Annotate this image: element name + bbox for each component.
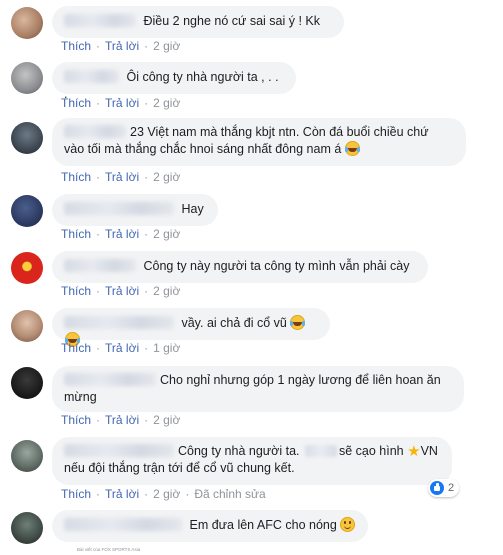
comment-text: Điều 2 nghe nó cứ sai sai ý ! Kk — [143, 14, 320, 28]
comment-time[interactable]: 2 giờ — [153, 39, 180, 53]
comment-text-part1: Công ty nhà người ta. — [178, 444, 300, 458]
like-link[interactable]: Thích — [61, 341, 91, 355]
commenter-name[interactable] — [64, 373, 156, 386]
comment-text: Em đưa lên AFC cho nóng — [189, 518, 337, 532]
reply-link[interactable]: Trả lời — [105, 487, 139, 501]
edited-label[interactable]: Đã chỉnh sửa — [194, 487, 265, 501]
comment-actions: Thích · Trả lời · 2 giờ — [61, 170, 181, 184]
avatar[interactable] — [11, 310, 43, 342]
comment-actions: Thích · Trả lời · 2 giờ — [61, 96, 181, 110]
comment-actions: Thích · Trả lời · 2 giờ · Đã chỉnh sửa — [61, 487, 266, 501]
avatar[interactable] — [11, 7, 43, 39]
avatar[interactable] — [11, 440, 43, 472]
like-thumb-icon — [430, 481, 444, 495]
comment-text-line2: mừng — [64, 390, 97, 404]
comment-actions: Thích · Trả lời · 2 giờ — [61, 39, 181, 53]
smiling-emoji-icon — [340, 517, 356, 532]
laughing-tears-emoji-icon — [290, 315, 306, 330]
like-link[interactable]: Thích — [61, 413, 91, 427]
commenter-name[interactable] — [64, 518, 182, 531]
like-link[interactable]: Thích — [61, 170, 91, 184]
comment-bubble: vầy. ai chả đi cổ vũ — [52, 308, 330, 347]
comment-time[interactable]: 2 giờ — [153, 227, 180, 241]
comment-time[interactable]: 2 giờ — [153, 284, 180, 298]
like-link[interactable]: Thích — [61, 284, 91, 298]
comment-text-part3: VN — [420, 444, 438, 458]
comment-text: vầy. ai chả đi cổ vũ — [181, 316, 287, 330]
reply-link[interactable]: Trả lời — [105, 227, 139, 241]
reply-link[interactable]: Trả lời — [105, 284, 139, 298]
avatar[interactable] — [11, 62, 43, 94]
reply-link[interactable]: Trả lời — [105, 96, 139, 110]
avatar[interactable] — [11, 512, 43, 544]
comment-actions: Thích · Trả lời · 1 giờ — [61, 341, 181, 355]
comment-bubble: Công ty nhà người ta. sẽ cạo hình ★VN nế… — [52, 437, 452, 485]
comment-bubble: Em đưa lên AFC cho nóng — [52, 510, 368, 542]
comment-actions: Thích · Trả lời · 2 giờ — [61, 413, 181, 427]
commenter-name[interactable] — [64, 125, 126, 138]
comment-text-line1: 23 Việt nam mà thắng kbjt ntn. Còn đá bu… — [130, 125, 429, 139]
comment-time[interactable]: 2 giờ — [153, 96, 180, 110]
comment-bubble: Ôi công ty nhà người ta , . . . — [52, 62, 296, 101]
reply-link[interactable]: Trả lời — [105, 170, 139, 184]
comment-bubble: Công ty này người ta công ty mình vẫn ph… — [52, 251, 428, 283]
commenter-name[interactable] — [64, 14, 136, 27]
avatar[interactable] — [11, 195, 43, 227]
avatar[interactable] — [11, 122, 43, 154]
comment-time[interactable]: 1 giờ — [153, 341, 180, 355]
commenter-name[interactable] — [64, 259, 136, 272]
comment-time[interactable]: 2 giờ — [153, 170, 180, 184]
comment-actions: Thích · Trả lời · 2 giờ — [61, 227, 181, 241]
comment-time[interactable]: 2 giờ — [153, 413, 180, 427]
source-caption: Bài viết của FOX SPORTS Asia — [77, 547, 141, 552]
avatar[interactable] — [11, 252, 43, 284]
avatar[interactable] — [11, 367, 43, 399]
reply-link[interactable]: Trả lời — [105, 413, 139, 427]
redacted-text — [304, 445, 337, 457]
comment-text: Công ty này người ta công ty mình vẫn ph… — [143, 259, 410, 273]
comment-actions: Thích · Trả lời · 2 giờ — [61, 284, 181, 298]
commenter-name[interactable] — [64, 70, 119, 83]
comment-bubble: 23 Việt nam mà thắng kbjt ntn. Còn đá bu… — [52, 118, 466, 166]
reply-link[interactable]: Trả lời — [105, 39, 139, 53]
like-link[interactable]: Thích — [61, 39, 91, 53]
commenter-name[interactable] — [64, 202, 174, 215]
like-link[interactable]: Thích — [61, 487, 91, 501]
comment-text-part2: sẽ cạo hình — [338, 444, 404, 458]
reaction-count-value: 2 — [448, 482, 455, 494]
like-link[interactable]: Thích — [61, 96, 91, 110]
star-emoji-icon: ★ — [407, 443, 421, 460]
laughing-tears-emoji-icon — [344, 141, 360, 156]
comment-bubble: Cho nghỉ nhưng góp 1 ngày lương để liên … — [52, 366, 464, 412]
comment-bubble: Điều 2 nghe nó cứ sai sai ý ! Kk — [52, 6, 344, 38]
reaction-count[interactable]: 2 — [428, 479, 460, 497]
reply-link[interactable]: Trả lời — [105, 341, 139, 355]
comment-text-line2: nếu đội thắng trận tới để cổ vũ chung kế… — [64, 461, 295, 475]
comment-text-line2: vào tối mà thắng chắc hnoi sáng nhất đôn… — [64, 142, 342, 156]
comment-time[interactable]: 2 giờ — [153, 487, 180, 501]
commenter-name[interactable] — [64, 444, 174, 457]
commenter-name[interactable] — [64, 316, 174, 329]
comment-bubble: Hay — [52, 194, 218, 226]
comment-text: Hay — [181, 202, 204, 216]
like-link[interactable]: Thích — [61, 227, 91, 241]
comment-text-line1: Cho nghỉ nhưng góp 1 ngày lương để liên … — [160, 373, 441, 387]
